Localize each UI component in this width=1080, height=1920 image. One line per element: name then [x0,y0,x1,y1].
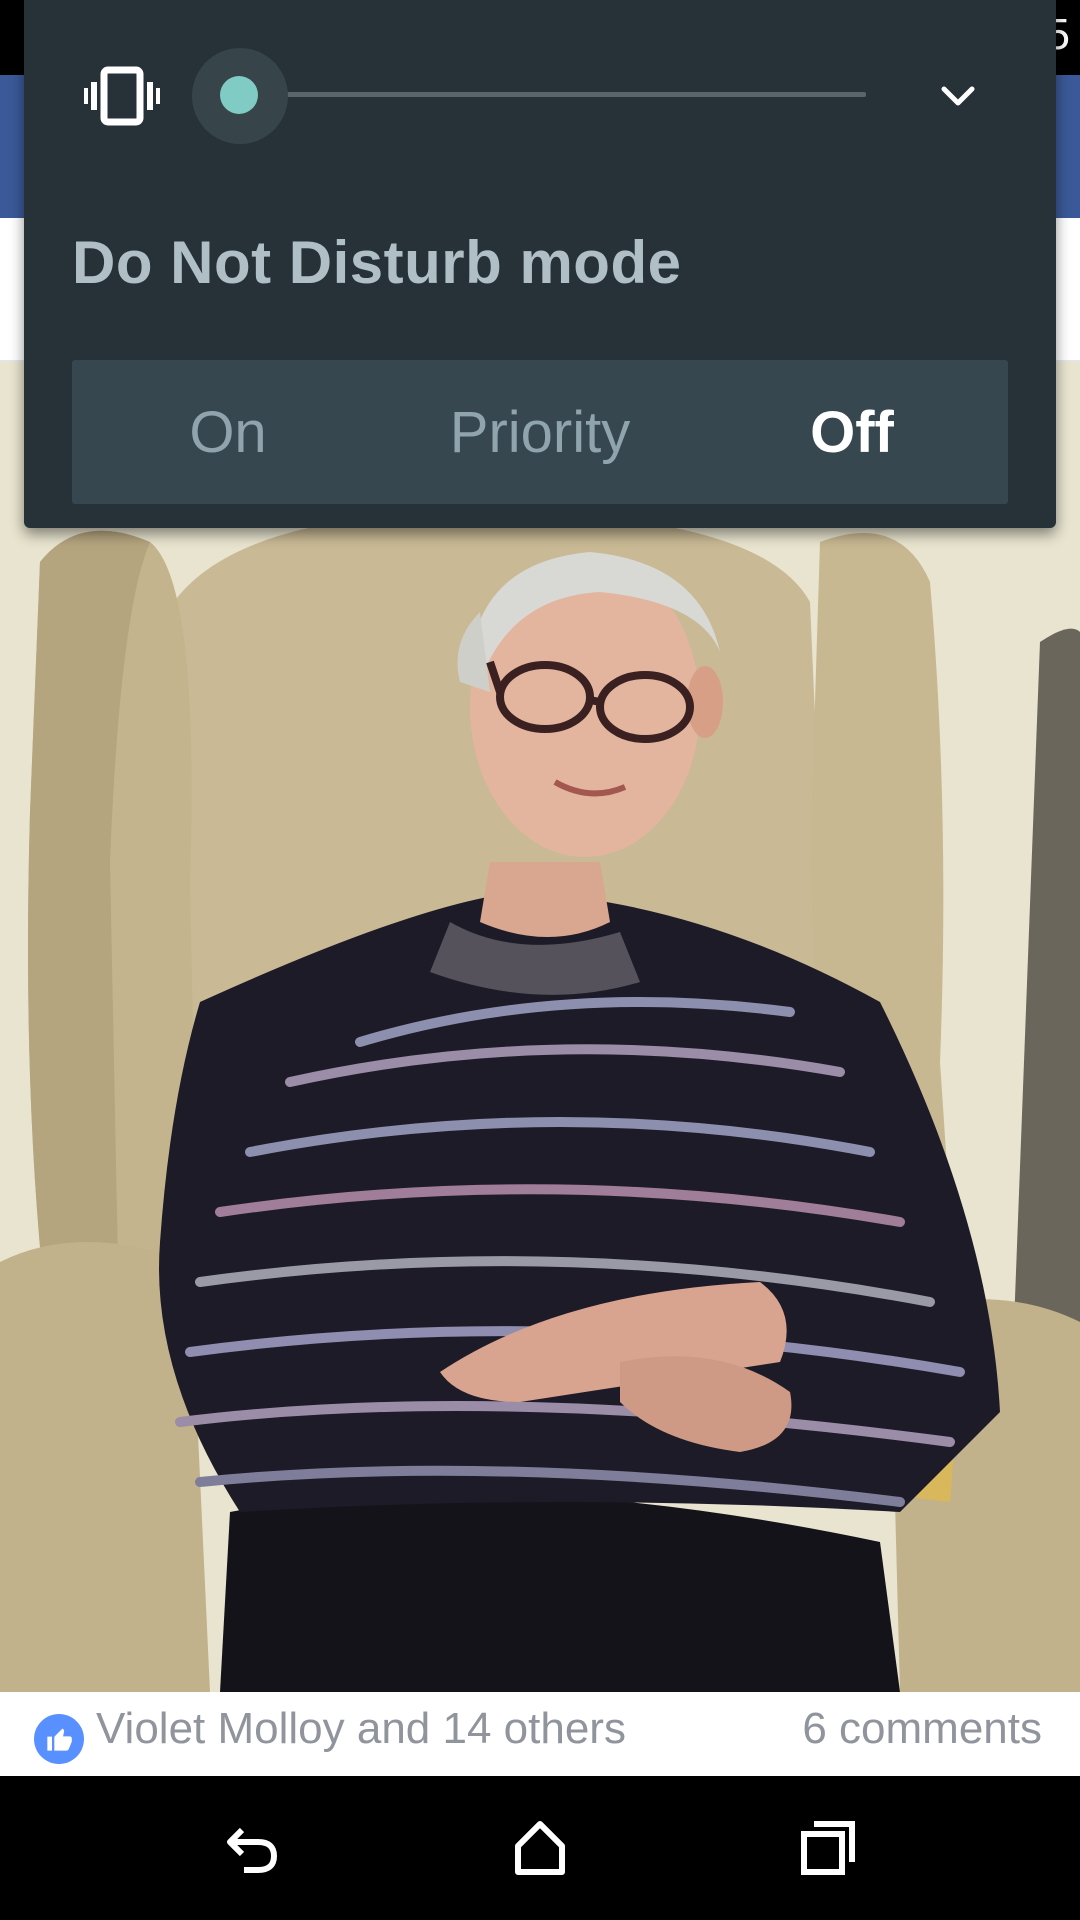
home-icon [515,1821,565,1875]
thumbs-up-icon [34,1714,84,1764]
likes-summary-link[interactable]: Violet Molloy and 14 others [96,1704,626,1754]
dnd-mode-off[interactable]: Off [696,360,1008,504]
home-button[interactable] [498,1806,582,1890]
volume-dnd-panel: Do Not Disturb mode On Priority Off [24,0,1056,528]
dnd-mode-selector: On Priority Off [72,360,1008,504]
dnd-title: Do Not Disturb mode [72,229,682,296]
vibrate-icon[interactable] [84,66,160,126]
volume-slider-track [238,92,866,97]
post-photo[interactable] [0,362,1080,1692]
post-reactions-bar: Violet Molloy and 14 others 6 comments [0,1692,1080,1776]
volume-slider-thumb[interactable] [220,76,258,114]
volume-slider[interactable] [188,46,892,146]
system-nav-bar [0,1776,1080,1920]
dnd-mode-on[interactable]: On [72,360,384,504]
back-icon [227,1827,278,1873]
comments-count-link[interactable]: 6 comments [802,1704,1042,1754]
chevron-down-icon [941,86,975,106]
recents-icon [801,1821,855,1875]
expand-button[interactable] [928,66,988,126]
back-button[interactable] [210,1806,294,1890]
recents-button[interactable] [786,1806,870,1890]
dnd-mode-priority[interactable]: Priority [384,360,696,504]
